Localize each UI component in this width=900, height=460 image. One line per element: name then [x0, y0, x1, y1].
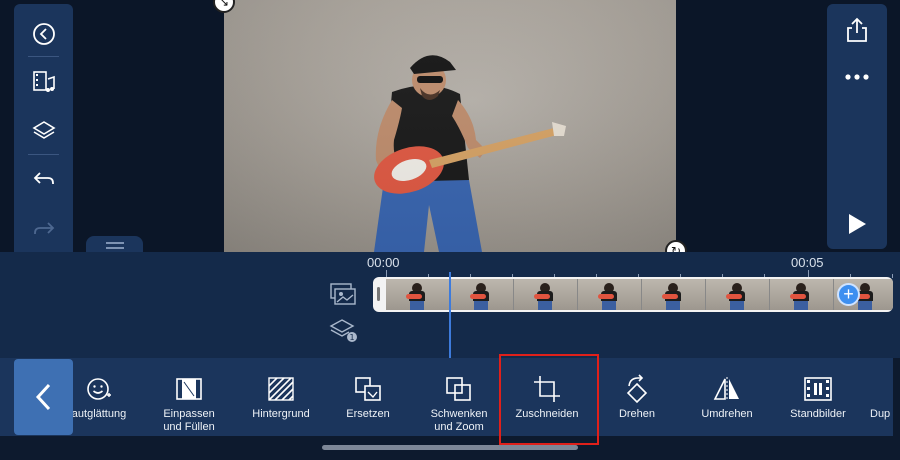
media-library-button[interactable] — [14, 64, 73, 100]
tool-fit-fill[interactable]: Einpassen und Füllen — [151, 358, 227, 436]
tool-label: Drehen — [618, 408, 656, 420]
clip-thumbnails — [386, 279, 893, 310]
more-options-button[interactable] — [827, 57, 887, 97]
clip-frame — [706, 279, 770, 310]
tool-background[interactable]: Hintergrund — [239, 358, 323, 436]
tool-label: Umdrehen — [701, 408, 753, 420]
preview-background — [224, 0, 676, 252]
tool-label: Dup — [870, 408, 891, 420]
media-stack-icon — [330, 283, 356, 305]
share-icon — [847, 17, 867, 42]
tool-label: Schwenken und Zoom — [430, 408, 488, 433]
layers-badge-icon: 1 — [329, 319, 357, 342]
undo-icon — [33, 172, 54, 184]
tool-label: Einpassen und Füllen — [163, 408, 215, 433]
back-circle-button[interactable] — [14, 16, 73, 52]
play-button[interactable] — [827, 204, 887, 244]
clip-trim-handle[interactable] — [377, 287, 380, 301]
tool-flip[interactable]: Umdrehen — [691, 358, 763, 436]
home-indicator — [322, 445, 578, 450]
video-track-icon[interactable] — [329, 282, 357, 306]
redo-button[interactable] — [14, 211, 73, 247]
layers-icon — [31, 121, 56, 139]
fit-fill-icon — [176, 378, 202, 400]
clip-frame — [642, 279, 706, 310]
smile-face-icon — [87, 378, 111, 400]
video-clip[interactable] — [373, 277, 893, 312]
freeze-frame-icon — [804, 377, 832, 401]
tool-smoothing[interactable]: autglättung — [73, 358, 135, 436]
tool-strip[interactable]: autglättung Einpassen und Füllen Hinterg… — [73, 358, 893, 436]
clip-frame — [770, 279, 834, 310]
svg-text:1: 1 — [349, 333, 354, 342]
add-clip-button[interactable]: + — [837, 283, 860, 306]
clip-frame — [450, 279, 514, 310]
right-side-panel — [827, 4, 887, 249]
clip-frame — [578, 279, 642, 310]
undo-button[interactable] — [14, 161, 73, 197]
ellipsis-icon — [845, 74, 869, 80]
tool-freeze-frame[interactable]: Standbilder — [777, 358, 859, 436]
hatched-background-icon — [268, 377, 294, 401]
layers-button[interactable] — [14, 112, 73, 148]
pan-zoom-icon — [446, 377, 471, 401]
toolbar-back-button[interactable] — [14, 359, 73, 435]
tool-duplicate[interactable]: Dup — [870, 358, 893, 436]
share-button[interactable] — [827, 10, 887, 50]
tool-label: Ersetzen — [346, 408, 390, 420]
crop-tool-highlight — [499, 354, 599, 445]
tool-pan-zoom[interactable]: Schwenken und Zoom — [419, 358, 499, 436]
chevron-left-icon — [35, 383, 50, 411]
separator — [28, 154, 59, 155]
redo-icon — [33, 222, 54, 234]
tool-label: Standbilder — [790, 408, 846, 420]
tool-label: autglättung — [73, 408, 127, 420]
separator — [28, 56, 59, 57]
flip-icon — [713, 377, 739, 401]
rotate-icon — [626, 374, 648, 404]
time-start-label: 00:00 — [367, 255, 400, 270]
playhead[interactable] — [449, 272, 451, 358]
replace-icon — [355, 377, 381, 401]
tool-replace[interactable]: Ersetzen — [333, 358, 403, 436]
chevron-left-circle-icon — [32, 23, 55, 45]
clip-frame — [386, 279, 450, 310]
tool-label: Hintergrund — [252, 408, 310, 420]
time-mark-label: 00:05 — [791, 255, 824, 270]
video-preview[interactable] — [224, 0, 676, 252]
clip-frame — [514, 279, 578, 310]
play-icon — [849, 214, 866, 234]
layer-track-icon[interactable]: 1 — [329, 318, 357, 342]
film-music-icon — [32, 71, 55, 92]
handle-lines-icon — [105, 241, 124, 244]
tool-rotate[interactable]: Drehen — [601, 358, 673, 436]
